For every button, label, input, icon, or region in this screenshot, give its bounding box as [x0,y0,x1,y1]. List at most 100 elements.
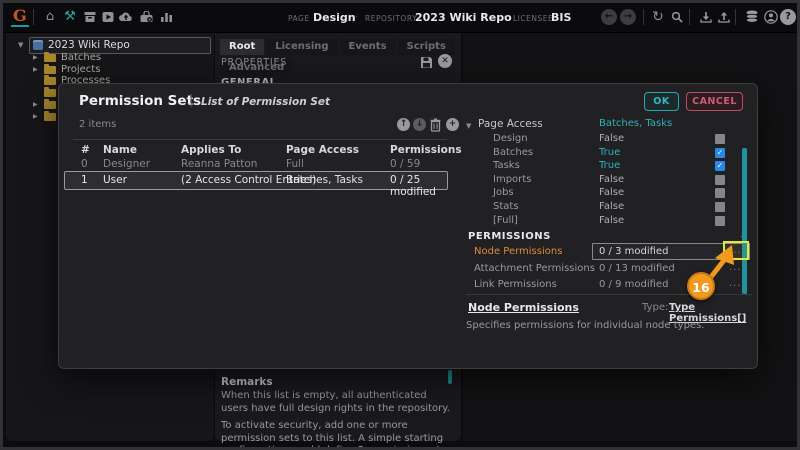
page-access-row-full[interactable]: [Full]False [462,215,752,228]
bar-chart-icon[interactable] [157,7,175,27]
page-access-row-jobs[interactable]: JobsFalse [462,187,752,200]
chevron-down-icon[interactable]: ▼ [466,122,471,130]
page-access-row-design[interactable]: Design False [462,133,752,146]
permission-label: Attachment Permissions [474,263,595,274]
checkbox-unchecked[interactable] [715,175,725,185]
home-icon[interactable]: ⌂ [41,7,59,27]
page-access-row-imports[interactable]: ImportsFalse [462,174,752,187]
property-label: Imports [493,174,531,185]
folder-icon [44,89,56,97]
ok-button[interactable]: OK [644,92,679,111]
tab-scripts[interactable]: Scripts [398,39,455,55]
add-icon[interactable]: + [446,118,459,131]
app-window: G ⌂ ⚒ PAGE Design · REPOSITORY 2023 Wiki… [0,0,800,450]
property-value: False [599,201,624,212]
checkbox-checked[interactable]: ✓ [715,161,725,171]
page-access-row-tasks[interactable]: Tasks True ✓ [462,160,752,173]
cell-name: User [103,174,127,186]
cell-name: Designer [103,158,150,170]
chevron-right-icon[interactable]: ▶ [33,101,38,108]
table-header-name: Name [103,144,137,156]
properties-header: PROPERTIES [221,57,287,68]
table-header-permissions: Permissions [390,144,462,156]
close-icon[interactable]: ✕ [438,54,452,68]
cell-applies: Reanna Patton [181,158,257,170]
delete-icon[interactable] [429,117,442,136]
cloud-upload-icon[interactable] [117,7,135,27]
divider [735,9,736,25]
back-icon[interactable]: ← [601,9,617,25]
permission-value: 0 / 9 modified [599,279,668,290]
repository-value[interactable]: 2023 Wiki Repo [415,11,512,24]
tab-licensing[interactable]: Licensing [266,39,337,55]
tree-item-label: Batches [61,52,101,63]
refresh-icon[interactable]: ↻ [649,7,667,27]
page-value[interactable]: Design [313,11,356,24]
tools-icon[interactable]: ⚒ [61,7,79,27]
save-icon[interactable] [420,54,433,73]
dialog-scrollbar[interactable] [742,148,747,294]
checkbox-unchecked[interactable] [715,188,725,198]
checkbox-unchecked[interactable] [715,202,725,212]
search-icon[interactable] [668,7,686,27]
licensee-value: BIS [551,11,571,24]
table-header-: # [81,144,90,156]
checkbox-checked[interactable]: ✓ [715,148,725,158]
repository-icon [33,40,43,50]
panel-scrollbar[interactable] [448,370,452,384]
page-access-group-label[interactable]: Page Access [478,118,543,130]
chevron-down-icon[interactable]: ▼ [18,41,23,49]
chevron-right-icon[interactable]: ▶ [33,113,38,120]
toolbag-icon[interactable] [137,7,155,27]
dot-separator: · [355,12,358,23]
move-up-icon[interactable]: ↑ [397,118,410,131]
checkbox-unchecked[interactable] [715,134,725,144]
help-icon[interactable]: ? [780,9,796,25]
property-label: Stats [493,201,519,212]
property-value: False [599,133,624,144]
tab-root[interactable]: Root [220,39,264,55]
user-icon[interactable] [762,7,780,27]
divider [689,9,690,25]
top-toolbar: G ⌂ ⚒ PAGE Design · REPOSITORY 2023 Wiki… [3,3,797,33]
title-separator: | [189,93,193,108]
chevron-right-icon[interactable]: ▶ [33,66,38,73]
table-row[interactable]: 1User(2 Access Control Entries)Batches, … [59,174,449,188]
download-icon[interactable] [697,7,715,27]
property-value: True [599,147,620,158]
property-label: Jobs [493,187,514,198]
divider [643,9,644,25]
folder-icon [44,54,56,62]
folder-icon [44,113,56,121]
property-value: True [599,160,620,171]
checkbox-unchecked[interactable] [715,216,725,226]
table-header-pageaccess: Page Access [286,144,359,156]
folder-icon [44,66,56,74]
page-access-row-stats[interactable]: Stats False [462,201,752,214]
property-label: [Full] [493,215,518,226]
permission-value: 0 / 13 modified [599,263,675,274]
page-access-row-batches[interactable]: BatchesTrue✓ [462,147,752,160]
tree-item-projects[interactable]: ▶ Projects [6,64,211,76]
property-label: Tasks [493,160,520,171]
items-count: 2 items [79,119,116,130]
upload-icon[interactable] [715,7,733,27]
move-down-icon[interactable]: ↓ [413,118,426,131]
licensee-label: LICENSEE [513,14,553,23]
property-label: Design [493,133,528,144]
tree-root-label[interactable]: 2023 Wiki Repo [48,39,130,51]
table-row[interactable]: 0DesignerReanna PattonFull0 / 59 modifie… [59,158,449,172]
cancel-button[interactable]: CANCEL [686,92,743,111]
database-icon[interactable] [743,7,761,27]
remarks-paragraph-2: To activate security, add one or more pe… [221,420,453,450]
tree-item-label: Projects [61,64,100,75]
chevron-right-icon[interactable]: ▶ [33,54,38,61]
cell-perms: 0 / 25 modified [390,174,449,198]
archive-icon[interactable] [81,7,99,27]
tab-events[interactable]: Events [340,39,396,55]
play-box-icon[interactable] [99,7,117,27]
tree-item-batches[interactable]: ▶ Batches [6,52,211,64]
app-logo[interactable]: G [11,6,29,27]
permission-sets-dialog: Permission Sets | List of Permission Set… [58,83,758,369]
forward-icon[interactable]: → [620,9,636,25]
